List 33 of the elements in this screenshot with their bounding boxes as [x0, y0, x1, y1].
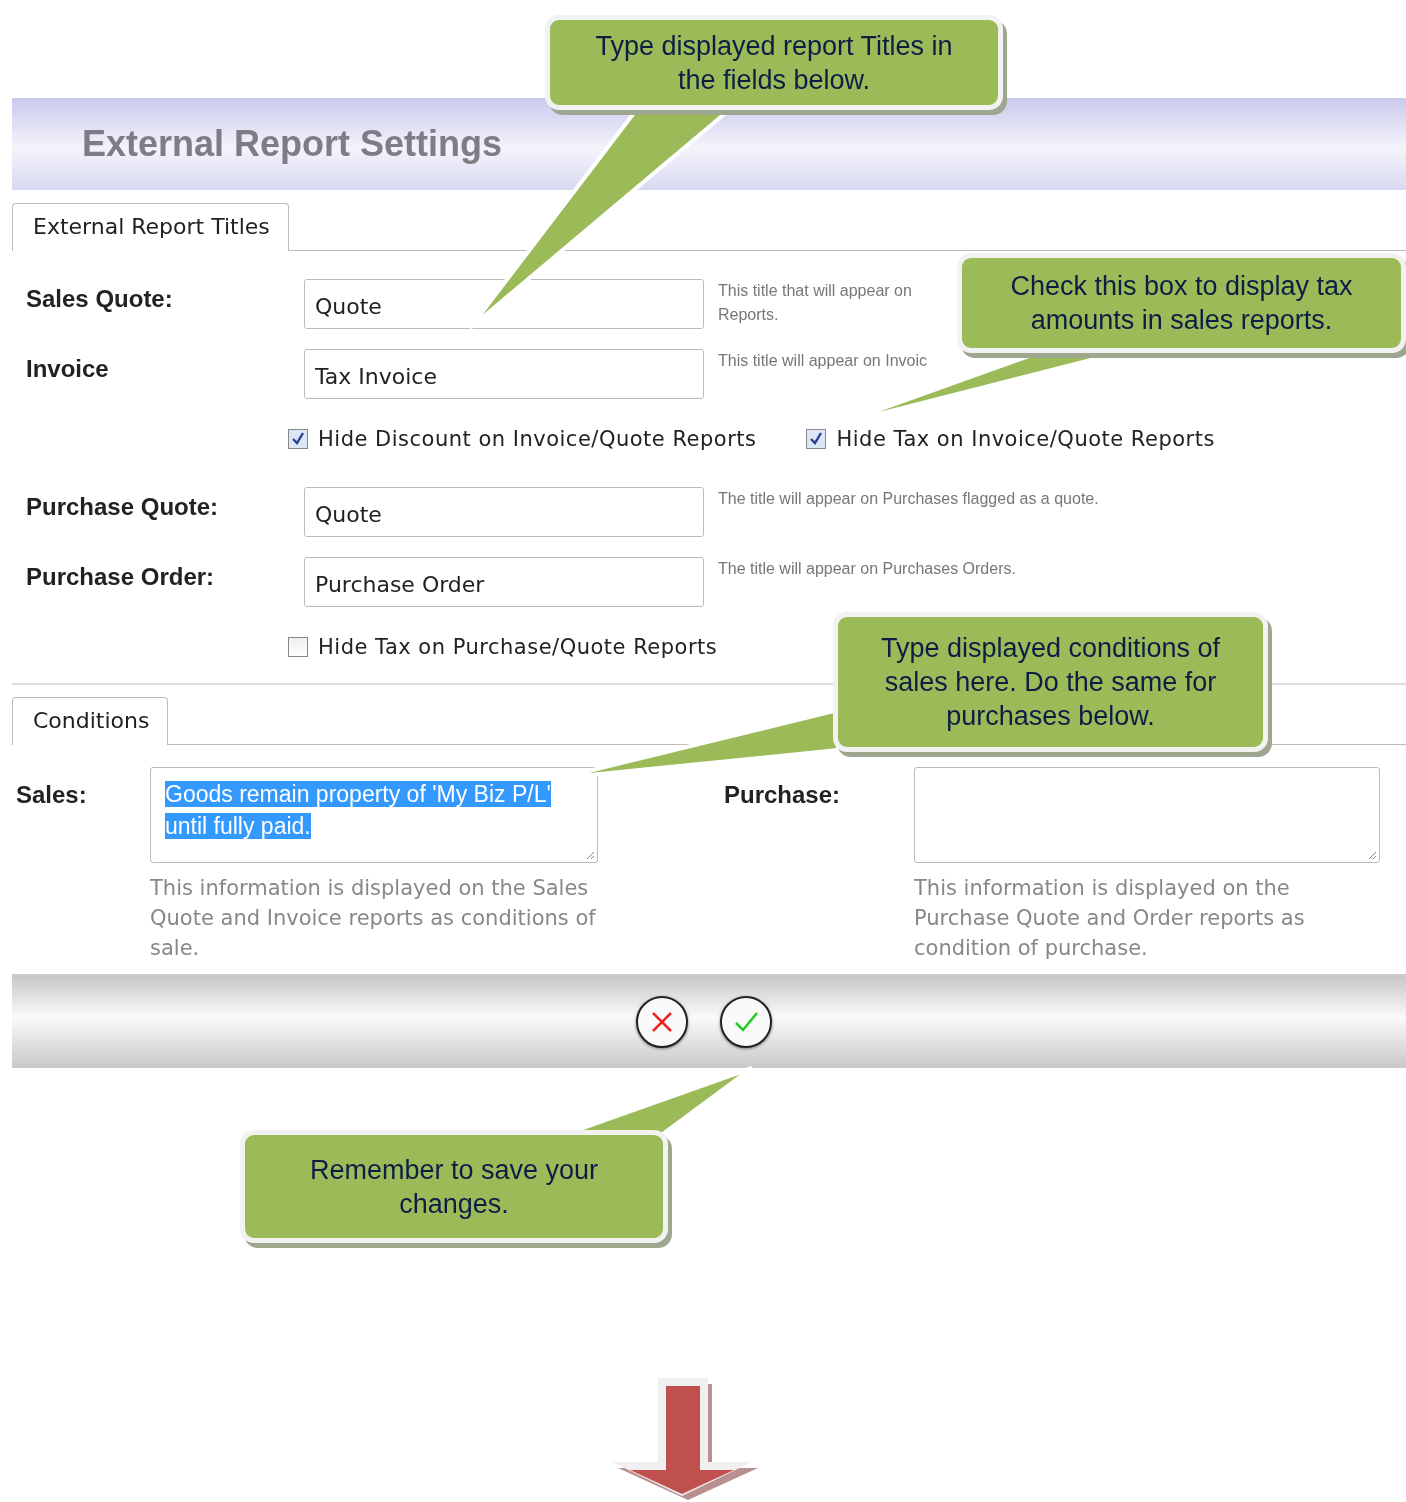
tab[interactable]: External Report Titles [12, 203, 289, 251]
hint-text: This information is displayed on the Sales Quote and Invoice reports as conditions of sale. [150, 875, 597, 962]
hint-text: This title that will appear on Reports. [718, 281, 913, 325]
field-label: Purchase Order: [25, 562, 216, 591]
field-label: Sales: [15, 780, 88, 810]
checkbox-label[interactable]: Hide Tax on Purchase/Quote Reports [318, 635, 718, 659]
page-title: External Report Settings [82, 123, 503, 165]
cancel-button[interactable] [636, 996, 688, 1048]
callout-text: Type displayed conditions of sales here. Do the same for purchases below. [879, 632, 1222, 733]
input-field[interactable]: Quote [304, 279, 704, 329]
resize-grip-icon[interactable] [1367, 850, 1377, 860]
hint-text: The title will appear on Purchases flagged as a quote. [718, 489, 1100, 509]
field-label: Sales Quote: [25, 284, 174, 313]
callout-text: Type displayed report Titles in the fields below. [594, 29, 954, 97]
hint-text: This title will appear on Invoic [718, 351, 928, 371]
field-label: Purchase Quote: [25, 492, 220, 521]
checkbox[interactable] [288, 429, 308, 449]
input-field[interactable]: Quote [304, 487, 704, 537]
checkbox-label[interactable]: Hide Tax on Invoice/Quote Reports [836, 427, 1215, 451]
callout-text: Remember to save your changes. [308, 1153, 600, 1221]
hint-text: This information is displayed on the Purchase Quote and Order reports as condition of purchase. [914, 875, 1306, 962]
field-label: Invoice [25, 354, 110, 383]
hint-text: The title will appear on Purchases Orders. [718, 559, 1017, 579]
resize-grip-icon[interactable] [585, 850, 595, 860]
checkbox[interactable] [288, 637, 308, 657]
checkbox[interactable] [806, 429, 827, 449]
input-field[interactable]: Tax Invoice [304, 349, 704, 399]
tab[interactable]: Conditions [12, 697, 169, 745]
checkbox-label[interactable]: Hide Discount on Invoice/Quote Reports [318, 427, 757, 451]
field-label: Purchase: [723, 780, 842, 810]
input-field[interactable]: Purchase Order [304, 557, 704, 607]
save-button[interactable] [720, 996, 772, 1048]
callout-text: Check this box to display tax amounts in sales reports. [1009, 270, 1354, 337]
